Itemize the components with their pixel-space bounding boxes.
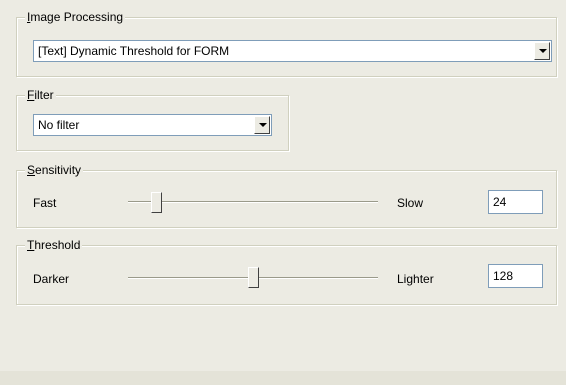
image-processing-select-value: [Text] Dynamic Threshold for FORM (38, 44, 230, 58)
filter-select-value: No filter (38, 118, 80, 132)
sensitivity-slider-track[interactable] (128, 201, 378, 203)
threshold-legend-text: hreshold (34, 238, 81, 252)
sensitivity-legend-mnemonic: S (27, 163, 36, 177)
sensitivity-fast-label: Fast (33, 196, 57, 210)
sensitivity-slider-thumb[interactable] (151, 192, 162, 213)
image-processing-legend: Image Processing (25, 10, 126, 24)
panel-bottom-strip (0, 371, 566, 385)
threshold-lighter-label: Lighter (397, 272, 434, 286)
sensitivity-group: Sensitivity (16, 163, 557, 228)
filter-dropdown-button[interactable] (254, 116, 270, 134)
chevron-down-icon (259, 123, 267, 127)
sensitivity-legend: Sensitivity (25, 163, 84, 177)
threshold-darker-label: Darker (33, 272, 70, 286)
image-processing-legend-text: mage Processing (30, 10, 124, 24)
filter-group: Filter No filter (16, 88, 289, 151)
sensitivity-slow-label: Slow (397, 196, 424, 210)
image-processing-dropdown-button[interactable] (534, 42, 550, 60)
sensitivity-value-field[interactable] (488, 190, 543, 214)
threshold-slider-thumb[interactable] (248, 267, 259, 288)
threshold-legend: Threshold (25, 238, 83, 252)
image-processing-group: Image Processing [Text] Dynamic Threshol… (16, 10, 557, 77)
image-processing-select[interactable]: [Text] Dynamic Threshold for FORM (33, 40, 552, 62)
sensitivity-legend-text: ensitivity (35, 163, 82, 177)
chevron-down-icon (539, 49, 547, 53)
filter-select[interactable]: No filter (33, 114, 272, 136)
threshold-value-field[interactable] (488, 264, 543, 288)
threshold-group: Threshold (16, 238, 557, 305)
filter-legend: Filter (25, 88, 56, 102)
filter-legend-text: ilter (34, 88, 54, 102)
